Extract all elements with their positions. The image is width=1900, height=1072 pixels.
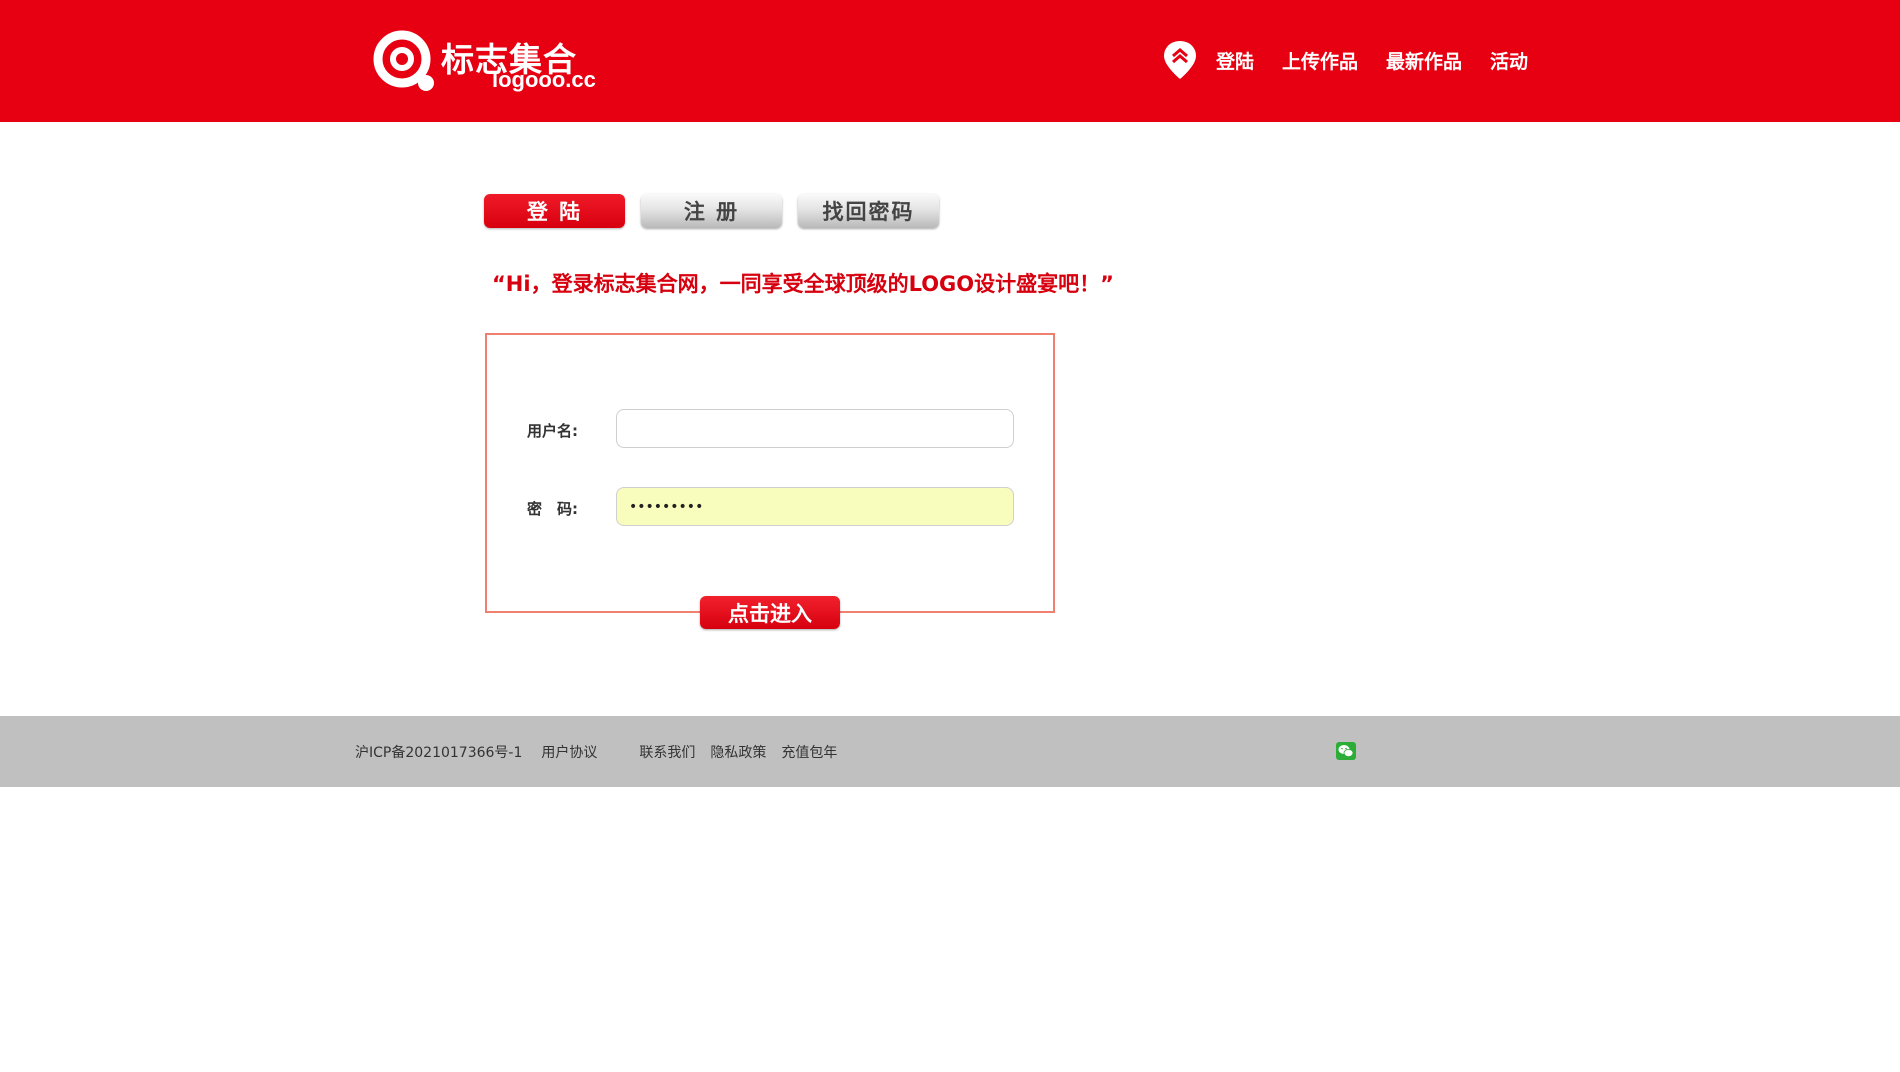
submit-login-button[interactable]: 点击进入: [700, 596, 840, 629]
site-header: 标志集合 logooo.cc 登陆 上传作品 最新作品 活动: [0, 0, 1900, 122]
logo-domain-text: logooo.cc: [492, 67, 596, 92]
login-slogan: “Hi，登录标志集合网，一同享受全球顶级的LOGO设计盛宴吧！”: [492, 272, 1114, 296]
footer-link-contact-us[interactable]: 联系我们: [639, 742, 695, 762]
footer-link-privacy-policy[interactable]: 隐私政策: [710, 742, 766, 762]
nav-latest-works[interactable]: 最新作品: [1386, 47, 1462, 74]
username-input[interactable]: [616, 409, 1014, 448]
footer-link-user-agreement[interactable]: 用户协议: [541, 742, 597, 762]
password-label: 密 码:: [527, 500, 578, 518]
nav-activities[interactable]: 活动: [1490, 47, 1528, 74]
site-logo[interactable]: 标志集合 logooo.cc: [371, 28, 596, 94]
wechat-icon[interactable]: [1336, 742, 1356, 760]
location-pin-up-icon[interactable]: [1162, 39, 1198, 81]
tab-recover-password[interactable]: 找回密码: [798, 194, 939, 228]
icp-record-link[interactable]: 沪ICP备2021017366号-1: [355, 742, 522, 762]
tab-login[interactable]: 登 陆: [484, 194, 625, 228]
password-input[interactable]: [616, 487, 1014, 526]
login-form: 用户名: 密 码:: [485, 333, 1055, 613]
tab-register[interactable]: 注 册: [641, 194, 782, 228]
footer-link-annual-recharge[interactable]: 充值包年: [781, 742, 837, 762]
logo-q-icon: [373, 30, 434, 91]
main-nav: 登陆 上传作品 最新作品 活动: [1162, 40, 1556, 80]
nav-login[interactable]: 登陆: [1216, 47, 1254, 74]
nav-upload-work[interactable]: 上传作品: [1282, 47, 1358, 74]
auth-tabs: 登 陆 注 册 找回密码: [484, 194, 955, 228]
username-label: 用户名:: [527, 422, 578, 440]
site-footer: 沪ICP备2021017366号-1 用户协议 联系我们 隐私政策 充值包年: [0, 716, 1900, 787]
footer-links: 沪ICP备2021017366号-1 用户协议 联系我们 隐私政策 充值包年: [355, 716, 837, 787]
